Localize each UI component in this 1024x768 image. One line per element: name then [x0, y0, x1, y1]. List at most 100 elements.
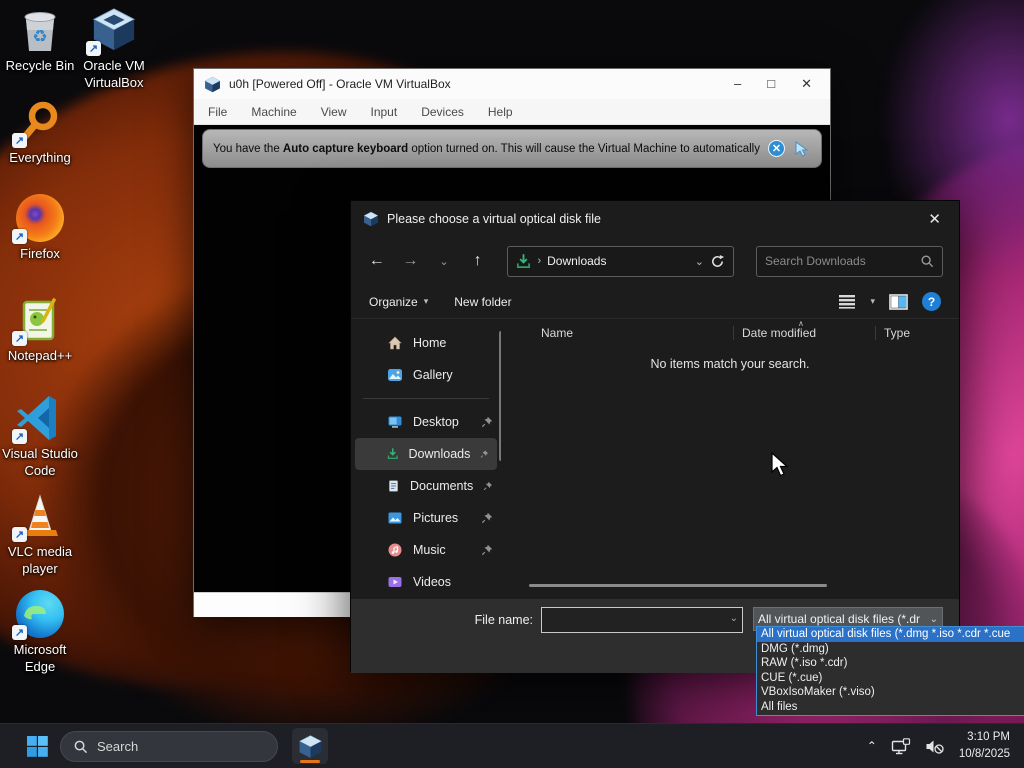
downloads-folder-icon — [517, 253, 531, 268]
file-type-option[interactable]: RAW (*.iso *.cdr) — [757, 656, 1024, 671]
start-button[interactable] — [20, 729, 54, 763]
chevron-down-icon[interactable]: ⌄ — [730, 613, 738, 624]
vm-minimize-button[interactable]: – — [734, 69, 741, 99]
everything-icon: ↗ — [12, 98, 64, 148]
file-type-option[interactable]: VBoxIsoMaker (*.viso) — [757, 685, 1024, 700]
help-icon[interactable]: ? — [922, 292, 941, 311]
file-type-option[interactable]: CUE (*.cue) — [757, 671, 1024, 686]
vm-close-button[interactable]: ✕ — [801, 69, 812, 99]
documents-icon — [389, 480, 398, 492]
svg-text:♻: ♻ — [32, 27, 47, 46]
taskbar-virtualbox-app[interactable] — [292, 728, 328, 764]
search-box[interactable] — [756, 245, 943, 277]
desktop-icon-vscode[interactable]: ↗ Visual Studio Code — [0, 394, 82, 480]
virtualbox-icon: ↗ — [86, 6, 138, 56]
sidebar-item-label: Videos — [413, 575, 451, 589]
sidebar-item-downloads[interactable]: Downloads — [355, 438, 497, 470]
shortcut-arrow-icon: ↗ — [12, 331, 27, 346]
vm-menu-view[interactable]: View — [321, 105, 347, 119]
vm-maximize-button[interactable]: □ — [767, 69, 775, 99]
desktop-icon-label: Notepad++ — [7, 348, 73, 363]
file-type-option[interactable]: All files — [757, 700, 1024, 715]
dialog-title: Please choose a virtual optical disk fil… — [387, 212, 602, 226]
notification-close-icon[interactable]: ✕ — [768, 140, 785, 157]
taskbar-clock[interactable]: 3:10 PM 10/8/2025 — [959, 729, 1010, 762]
desktop-icon-virtualbox[interactable]: ↗ Oracle VM VirtualBox — [72, 6, 156, 92]
dialog-body: Home Gallery Desktop Downloads Documents… — [351, 319, 959, 599]
file-name-combobox[interactable]: ⌄ — [541, 607, 743, 633]
vm-menu-file[interactable]: File — [208, 105, 227, 119]
desktop-icon-everything[interactable]: ↗ Everything — [0, 98, 82, 167]
vm-menu-devices[interactable]: Devices — [421, 105, 464, 119]
sidebar-item-pictures[interactable]: Pictures — [351, 502, 501, 534]
recycle-bin-icon: ♻ — [16, 6, 64, 54]
desktop-icon-edge[interactable]: ↗ Microsoft Edge — [0, 590, 82, 676]
pin-icon — [481, 512, 493, 524]
search-icon — [74, 740, 88, 753]
search-icon — [921, 255, 934, 268]
vm-titlebar[interactable]: u0h [Powered Off] - Oracle VM VirtualBox… — [194, 69, 830, 99]
sidebar-item-label: Pictures — [413, 511, 459, 525]
column-header-date-modified[interactable]: ∧ Date modified — [733, 319, 875, 340]
desktop-icon-label: VLC media player — [7, 544, 73, 576]
taskbar-search-label: Search — [97, 738, 139, 754]
search-input[interactable] — [765, 254, 920, 268]
tray-overflow-icon[interactable]: ⌃ — [867, 739, 877, 753]
dialog-titlebar[interactable]: Please choose a virtual optical disk fil… — [351, 201, 959, 237]
organize-button[interactable]: Organize ▾ — [369, 295, 428, 309]
desktop-icon-label: Everything — [9, 150, 71, 165]
home-icon — [388, 336, 402, 350]
desktop-icon-recycle-bin[interactable]: ♻ Recycle Bin — [0, 6, 82, 75]
up-button[interactable]: ↑ — [468, 252, 488, 270]
column-header-type[interactable]: Type — [875, 326, 910, 340]
pin-icon — [481, 416, 493, 428]
sidebar-separator — [363, 398, 489, 399]
taskbar-search[interactable]: Search — [60, 730, 278, 762]
sort-indicator-icon: ∧ — [798, 319, 804, 328]
vm-menu-help[interactable]: Help — [488, 105, 513, 119]
column-header-name[interactable]: Name — [501, 326, 733, 340]
vm-menu-machine[interactable]: Machine — [251, 105, 296, 119]
address-bar[interactable]: › Downloads ⌄ — [507, 245, 734, 277]
chevron-down-icon: ▾ — [423, 296, 429, 306]
back-button[interactable]: ← — [367, 252, 387, 270]
volume-muted-icon[interactable] — [925, 738, 945, 755]
refresh-icon[interactable] — [710, 254, 725, 269]
horizontal-scrollbar[interactable] — [529, 584, 827, 587]
notepadpp-icon: ↗ — [12, 296, 64, 346]
sidebar-item-documents[interactable]: Documents — [351, 470, 501, 502]
breadcrumb-location[interactable]: Downloads — [547, 254, 689, 268]
file-type-option[interactable]: DMG (*.dmg) — [757, 642, 1024, 657]
sidebar-item-desktop[interactable]: Desktop — [351, 406, 501, 438]
dialog-close-button[interactable]: ✕ — [922, 210, 947, 228]
system-tray: ⌃ 3:10 PM 10/8/2025 — [867, 729, 1024, 762]
new-folder-button[interactable]: New folder — [454, 295, 511, 309]
forward-button[interactable]: → — [401, 252, 421, 270]
desktop-icon-firefox[interactable]: ↗ Firefox — [0, 194, 82, 263]
gallery-icon — [388, 369, 402, 381]
network-icon[interactable] — [891, 737, 911, 755]
recent-locations-button[interactable]: ⌄ — [434, 255, 454, 268]
desktop-icon-vlc[interactable]: ↗ VLC media player — [0, 492, 82, 578]
sidebar-item-videos[interactable]: Videos — [351, 566, 501, 598]
file-name-input[interactable] — [542, 608, 742, 632]
notification-text: You have the Auto capture keyboard optio… — [213, 142, 760, 155]
auto-capture-notification: You have the Auto capture keyboard optio… — [202, 129, 822, 168]
preview-pane-icon[interactable] — [889, 293, 908, 310]
desktop-icon-label: Firefox — [20, 246, 60, 261]
desktop-icon-notepadpp[interactable]: ↗ Notepad++ — [0, 296, 82, 365]
pictures-icon — [388, 512, 402, 524]
vm-menu-input[interactable]: Input — [371, 105, 398, 119]
file-type-option[interactable]: All virtual optical disk files (*.dmg *.… — [757, 627, 1024, 642]
firefox-icon: ↗ — [12, 194, 64, 244]
address-dropdown-icon[interactable]: ⌄ — [695, 255, 704, 268]
view-mode-dropdown-icon[interactable]: ▾ — [870, 296, 875, 307]
view-mode-icon[interactable] — [838, 294, 856, 309]
file-name-label: File name: — [474, 613, 533, 627]
desktop-icon-label: Visual Studio Code — [2, 446, 78, 478]
sidebar-item-gallery[interactable]: Gallery — [351, 359, 501, 391]
edge-icon: ↗ — [12, 590, 64, 640]
sidebar-item-home[interactable]: Home — [351, 327, 501, 359]
sidebar-item-music[interactable]: Music — [351, 534, 501, 566]
pin-icon — [483, 481, 493, 491]
